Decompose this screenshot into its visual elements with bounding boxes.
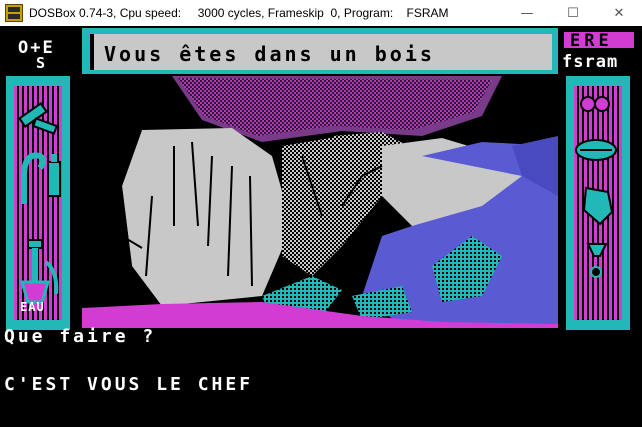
right-inventory-art (575, 96, 617, 278)
left-panel-label: EAU (20, 300, 45, 314)
maximize-button[interactable]: ☐ (550, 0, 596, 26)
pine-cone-icon[interactable] (582, 186, 614, 226)
fruit-icon[interactable] (580, 96, 610, 112)
cane-icon[interactable] (21, 152, 46, 204)
left-inventory-panel: EAU (6, 76, 70, 330)
hammer-icon[interactable] (18, 102, 58, 135)
location-text: Vous êtes dans un bois (104, 42, 435, 66)
seed-icon[interactable] (590, 266, 602, 278)
response-text: C'EST VOUS LE CHEF (4, 374, 254, 395)
window-title: DOSBox 0.74-3, Cpu speed: 3000 cycles, F… (29, 6, 449, 20)
shovel-icon[interactable] (19, 239, 59, 304)
dos-screen[interactable]: O+E S Vous êtes dans un bois ERE fsram E… (0, 26, 642, 427)
forest-scene[interactable] (82, 76, 558, 328)
location-bar: Vous êtes dans un bois (82, 28, 558, 74)
window-controls: — ☐ ✕ (504, 0, 642, 26)
minimize-button[interactable]: — (504, 0, 550, 26)
location-panel: Vous êtes dans un bois (90, 34, 552, 70)
close-button[interactable]: ✕ (596, 0, 642, 26)
compass: O+E S (4, 30, 74, 72)
dosbox-icon (5, 4, 23, 22)
logo-top: ERE (564, 31, 634, 51)
logo-top-text: ERE (570, 31, 613, 51)
prompt-text: Que faire ? (4, 326, 157, 347)
forest-scene-art (82, 76, 558, 328)
window-titlebar[interactable]: DOSBox 0.74-3, Cpu speed: 3000 cycles, F… (0, 0, 642, 26)
compass-row-2: S (36, 54, 46, 72)
right-inventory-panel (566, 76, 630, 330)
bottle-icon[interactable] (47, 154, 61, 197)
fsram-logo: ERE fsram (560, 28, 642, 74)
gem-icon[interactable] (586, 243, 608, 257)
leaf-icon[interactable] (575, 139, 617, 161)
logo-bottom-text: fsram (562, 52, 619, 72)
left-inventory-art (18, 102, 61, 304)
